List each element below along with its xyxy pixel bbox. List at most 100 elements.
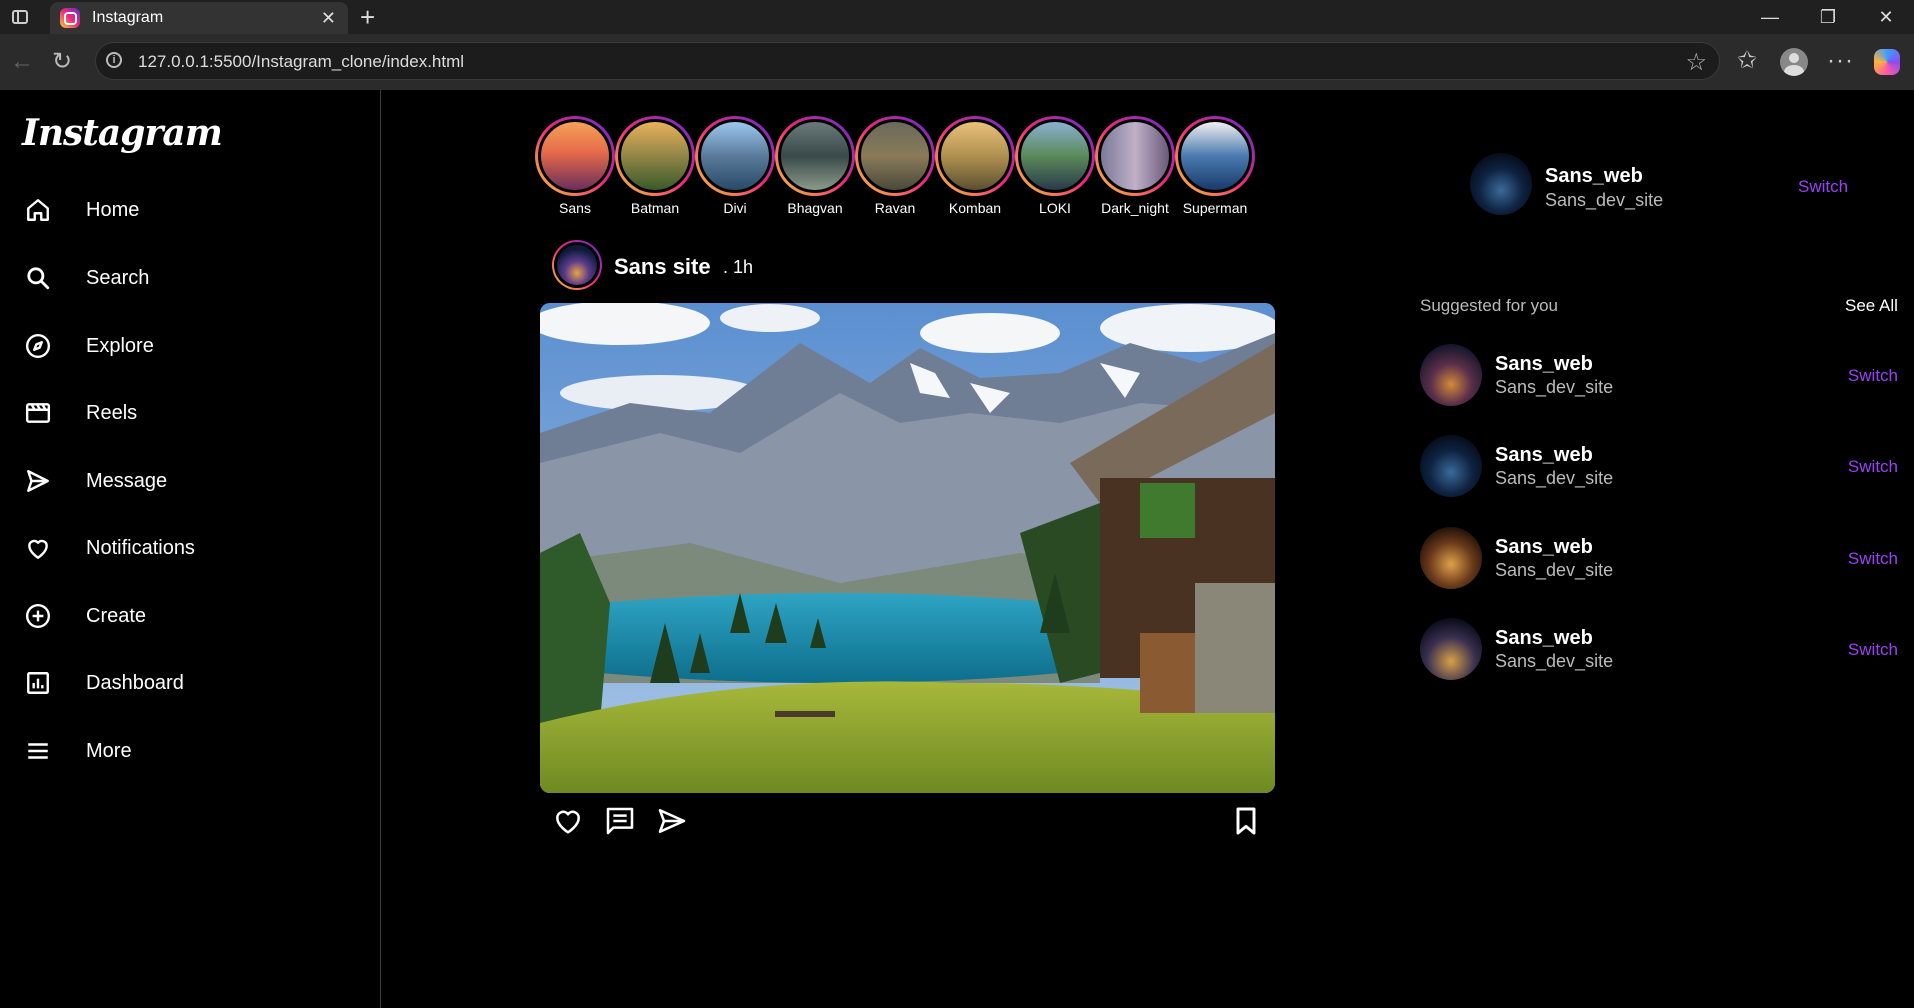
story-image [1018, 119, 1092, 193]
story-item[interactable]: Superman [1175, 116, 1255, 216]
new-tab-button[interactable]: + [360, 2, 375, 32]
switch-account-link[interactable]: Switch [1798, 177, 1848, 197]
see-all-link[interactable]: See All [1845, 296, 1898, 316]
heart-icon [24, 534, 52, 562]
sidebar: Instagram Home Search Explore Reels Mess… [0, 90, 381, 1008]
story-name: LOKI [1039, 200, 1071, 216]
suggestion-handle: Sans_dev_site [1495, 560, 1614, 580]
instagram-page: Instagram Home Search Explore Reels Mess… [0, 90, 1914, 1008]
post-username[interactable]: Sans site [614, 254, 711, 280]
sidebar-item-notifications[interactable]: Notifications [24, 528, 354, 568]
sidebar-item-label: Message [86, 469, 168, 492]
story-image [538, 119, 612, 193]
current-user-handle: Sans_dev_site [1545, 190, 1664, 210]
story-image [938, 119, 1012, 193]
story-ring [1095, 116, 1175, 196]
suggestion-name[interactable]: Sans_web [1495, 353, 1593, 376]
favorite-star-icon[interactable]: ☆ [1685, 48, 1707, 77]
suggestion-avatar[interactable] [1420, 435, 1482, 497]
story-item[interactable]: Divi [695, 116, 775, 216]
copilot-icon[interactable] [1874, 49, 1900, 75]
instagram-logo[interactable]: Instagram [22, 112, 223, 154]
story-item[interactable]: Ravan [855, 116, 935, 216]
suggestion-handle: Sans_dev_site [1495, 377, 1614, 397]
story-item[interactable]: Batman [615, 116, 695, 216]
current-user-name[interactable]: Sans_web [1545, 165, 1643, 188]
sidebar-item-label: Explore [86, 334, 154, 357]
story-item[interactable]: Sans [535, 116, 615, 216]
sidebar-item-more[interactable]: More [24, 731, 354, 771]
browser-tab[interactable]: Instagram ✕ [50, 2, 348, 34]
story-item[interactable]: Dark_night [1095, 116, 1175, 216]
site-info-icon[interactable]: i [106, 52, 122, 68]
sidebar-item-message[interactable]: Message [24, 461, 354, 501]
tab-close-icon[interactable]: ✕ [321, 8, 336, 29]
favorites-icon[interactable]: ✩ [1737, 46, 1757, 76]
url-text[interactable]: 127.0.0.1:5500/Instagram_clone/index.htm… [138, 52, 464, 72]
more-options-icon[interactable]: ··· [1827, 46, 1854, 76]
story-image [858, 119, 932, 193]
sidebar-item-home[interactable]: Home [24, 190, 354, 230]
sidebar-item-search[interactable]: Search [24, 258, 354, 298]
story-ring [535, 116, 615, 196]
sidebar-item-label: Search [86, 266, 150, 289]
suggestion-avatar[interactable] [1420, 618, 1482, 680]
tab-title: Instagram [92, 9, 164, 26]
suggestion-name[interactable]: Sans_web [1495, 536, 1593, 559]
suggestion-name[interactable]: Sans_web [1495, 444, 1593, 467]
sidebar-item-dashboard[interactable]: Dashboard [24, 663, 354, 703]
story-name: Komban [948, 200, 1002, 216]
story-name: Batman [630, 200, 680, 216]
sidebar-item-label: Create [86, 604, 147, 627]
share-send-icon[interactable] [656, 805, 688, 837]
story-image [778, 119, 852, 193]
story-item[interactable]: LOKI [1015, 116, 1095, 216]
suggestions-heading: Suggested for you [1420, 296, 1558, 315]
suggestion-avatar[interactable] [1420, 344, 1482, 406]
story-name: Ravan [874, 200, 916, 216]
like-heart-icon[interactable] [552, 805, 584, 837]
story-item[interactable]: Bhagvan [775, 116, 855, 216]
suggestion-switch-link[interactable]: Switch [1848, 366, 1898, 386]
suggestion-item: Sans_web Sans_dev_site Switch [1420, 435, 1900, 499]
post-time: . 1h [723, 257, 754, 277]
comment-icon[interactable] [604, 805, 636, 837]
post-author-avatar[interactable] [552, 240, 602, 290]
story-item[interactable]: Komban [935, 116, 1015, 216]
story-ring [855, 116, 935, 196]
sidebar-item-label: Notifications [86, 536, 195, 559]
restore-icon[interactable]: ❐ [1800, 4, 1856, 30]
reload-icon[interactable]: ↻ [52, 48, 72, 76]
suggestion-switch-link[interactable]: Switch [1848, 457, 1898, 477]
sidebar-item-explore[interactable]: Explore [24, 326, 354, 366]
window-close-icon[interactable]: ✕ [1858, 4, 1914, 30]
story-ring [935, 116, 1015, 196]
address-bar[interactable]: i 127.0.0.1:5500/Instagram_clone/index.h… [95, 42, 1720, 80]
suggestion-item: Sans_web Sans_dev_site Switch [1420, 344, 1900, 408]
back-icon[interactable]: ← [10, 48, 34, 76]
story-name: Bhagvan [787, 200, 843, 216]
post-actions [552, 805, 688, 837]
bookmark-icon[interactable] [1230, 805, 1262, 837]
explore-icon [24, 332, 52, 360]
suggestion-item: Sans_web Sans_dev_site Switch [1420, 527, 1900, 591]
browser-profile-avatar[interactable] [1780, 48, 1808, 76]
story-ring [775, 116, 855, 196]
sidebar-item-label: Dashboard [86, 671, 184, 694]
sidebar-item-label: More [86, 739, 132, 762]
sidebar-item-create[interactable]: Create [24, 596, 354, 636]
post-image[interactable] [540, 303, 1275, 793]
suggestion-name[interactable]: Sans_web [1495, 627, 1593, 650]
suggestion-switch-link[interactable]: Switch [1848, 549, 1898, 569]
suggestion-item: Sans_web Sans_dev_site Switch [1420, 618, 1900, 682]
reels-icon [24, 399, 52, 427]
minimize-icon[interactable]: — [1742, 4, 1798, 30]
suggestion-avatar[interactable] [1420, 527, 1482, 589]
suggestion-switch-link[interactable]: Switch [1848, 640, 1898, 660]
home-icon [24, 196, 52, 224]
current-user-avatar[interactable] [1470, 153, 1532, 215]
sidebar-item-reels[interactable]: Reels [24, 393, 354, 433]
story-image [1178, 119, 1252, 193]
tab-actions-icon[interactable] [12, 10, 28, 24]
story-name: Superman [1182, 200, 1248, 216]
